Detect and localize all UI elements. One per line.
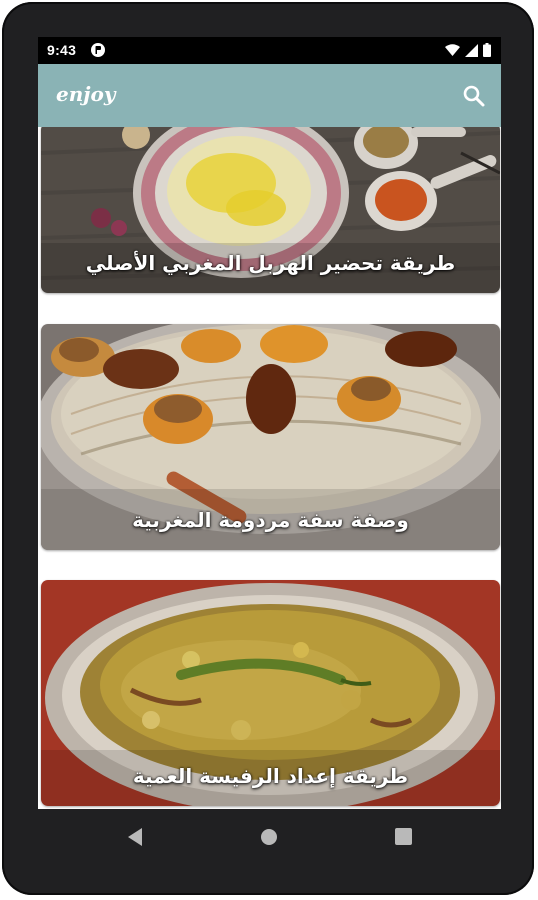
back-icon[interactable]	[126, 827, 144, 847]
navigation-bar	[38, 809, 501, 865]
status-time: 9:43	[47, 42, 77, 58]
battery-icon	[483, 43, 491, 57]
screen: 9:43 enjoy طريقة تحضير الهربل المغربي ال…	[38, 37, 501, 809]
recipe-card[interactable]: طريقة إعداد الرفيسة العمية	[41, 580, 500, 806]
status-bar: 9:43	[38, 37, 501, 64]
recipe-title: طريقة تحضير الهربل المغربي الأصلي	[85, 251, 456, 275]
recipe-list[interactable]: طريقة تحضير الهربل المغربي الأصلي وصفة س…	[38, 127, 501, 809]
app-title: enjoy	[56, 82, 116, 106]
recipe-card[interactable]: وصفة سفة مردومة المغربية	[41, 324, 500, 550]
status-icons	[445, 42, 491, 58]
recipe-title: وصفة سفة مردومة المغربية	[132, 508, 409, 532]
search-icon[interactable]	[461, 83, 487, 109]
home-icon[interactable]	[261, 829, 277, 845]
wifi-icon	[445, 43, 460, 56]
app-notification-icon	[91, 43, 105, 57]
recipe-card[interactable]: طريقة تحضير الهربل المغربي الأصلي	[41, 127, 500, 293]
device: 9:43 enjoy طريقة تحضير الهربل المغربي ال…	[0, 0, 538, 900]
recipe-title: طريقة إعداد الرفيسة العمية	[132, 764, 409, 788]
recents-icon[interactable]	[395, 828, 412, 845]
signal-icon	[465, 43, 478, 57]
app-bar: enjoy	[38, 64, 501, 127]
